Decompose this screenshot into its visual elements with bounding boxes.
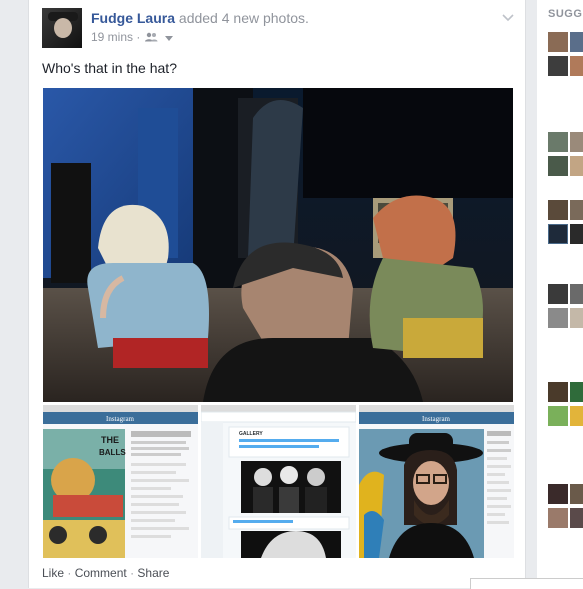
poster-the-text: THE: [101, 435, 119, 445]
suggestion-photo[interactable]: [548, 308, 568, 328]
chat-tab[interactable]: [470, 578, 583, 589]
post-action-links: Like · Comment · Share: [42, 566, 169, 580]
suggestion-photo[interactable]: [570, 200, 583, 220]
suggestion-photo[interactable]: [548, 406, 568, 426]
meta-separator: ·: [136, 30, 141, 44]
suggestion-photo[interactable]: [570, 224, 583, 244]
suggestion-photo[interactable]: [548, 32, 568, 52]
suggestion-photo[interactable]: [548, 200, 568, 220]
suggestion-photo[interactable]: [548, 132, 568, 152]
suggestion-photo[interactable]: [570, 308, 583, 328]
post-options-chevron-icon[interactable]: [501, 10, 515, 24]
suggestion-photo[interactable]: [548, 284, 568, 304]
chevron-down-icon: [165, 35, 174, 41]
thumbnail-photo-2[interactable]: GALLERY: [201, 405, 356, 558]
suggestion-photo[interactable]: [570, 56, 583, 76]
poster-balls-text: BALLS: [99, 448, 126, 457]
thumbnail-photo-1[interactable]: Instagram THE BALLS: [43, 405, 198, 558]
thumbnail-1-brand: Instagram: [106, 415, 135, 423]
photo-thumbnails: Instagram THE BALLS GALLERY Instagram: [43, 405, 514, 558]
suggestion-photo[interactable]: [570, 284, 583, 304]
suggestion-photo[interactable]: [548, 156, 568, 176]
suggestion-photo[interactable]: [570, 484, 583, 504]
sidebar-title: SUGGE: [548, 8, 583, 20]
action-separator: ·: [67, 566, 72, 580]
suggestions-sidebar: SUGGE: [537, 0, 583, 588]
suggestion-photo[interactable]: [570, 32, 583, 52]
post-timestamp[interactable]: 19 mins: [91, 30, 133, 44]
thumbnail-3-image: Instagram: [359, 405, 514, 558]
post-meta: 19 mins ·: [91, 30, 174, 45]
suggestion-photo[interactable]: [570, 156, 583, 176]
suggestion-photo[interactable]: [570, 382, 583, 402]
main-photo-image: [43, 88, 513, 402]
post-action-text: added 4 new photos.: [178, 10, 309, 26]
suggestion-photo[interactable]: [548, 224, 568, 244]
action-separator: ·: [130, 566, 135, 580]
author-name-link[interactable]: Fudge Laura: [91, 10, 175, 26]
suggestion-photo[interactable]: [548, 484, 568, 504]
comment-link[interactable]: Comment: [75, 566, 127, 580]
thumbnail-2-brand: GALLERY: [239, 431, 263, 437]
suggestion-photo[interactable]: [548, 508, 568, 528]
suggestion-photo[interactable]: [570, 508, 583, 528]
thumbnail-photo-3[interactable]: Instagram: [359, 405, 514, 558]
share-link[interactable]: Share: [137, 566, 169, 580]
suggestion-photo[interactable]: [548, 56, 568, 76]
post-header: Fudge Laura added 4 new photos.: [91, 10, 309, 26]
suggestion-photo[interactable]: [570, 132, 583, 152]
author-avatar[interactable]: [42, 8, 82, 48]
main-photo[interactable]: [43, 88, 513, 402]
friends-icon: [144, 32, 158, 42]
post-caption: Who's that in the hat?: [42, 60, 177, 76]
suggestion-photo[interactable]: [548, 382, 568, 402]
feed-post: Fudge Laura added 4 new photos. 19 mins …: [28, 0, 526, 588]
thumbnail-3-brand: Instagram: [422, 415, 451, 423]
thumbnail-2-image: GALLERY: [201, 405, 356, 558]
like-link[interactable]: Like: [42, 566, 64, 580]
suggestion-photo[interactable]: [570, 406, 583, 426]
audience-selector[interactable]: [144, 31, 174, 45]
thumbnail-1-image: Instagram THE BALLS: [43, 405, 198, 558]
